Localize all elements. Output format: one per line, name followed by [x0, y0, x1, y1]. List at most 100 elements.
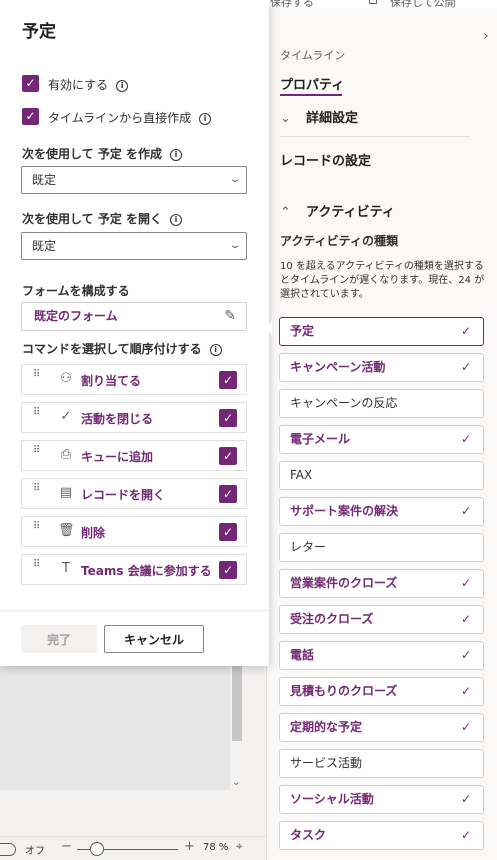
footer-divider — [0, 610, 269, 611]
enabled-checkbox[interactable]: ✓ — [22, 75, 39, 92]
checkmark-icon: ✓ — [460, 360, 471, 374]
open-using-dropdown[interactable]: 既定 ⌄ — [21, 232, 247, 260]
component-type-label: タイムライン — [280, 49, 346, 62]
create-using-value: 既定 — [32, 173, 57, 187]
default-form-label: 既定のフォーム — [34, 309, 118, 323]
command-row[interactable]: ⠿ ✓ 活動を閉じる ✓ — [21, 402, 247, 433]
activity-item[interactable]: 電子メール ✓ — [279, 425, 484, 454]
chevron-down-icon[interactable]: ⌄ — [232, 777, 240, 788]
edit-pencil-icon[interactable]: ✎ — [224, 303, 236, 330]
command-label: キューに追加 — [81, 450, 154, 464]
activity-help-text: 10 を超えるアクティビティの種類を選択するとタイムラインが遅くなります。現在、… — [280, 261, 485, 300]
teams-icon: T — [62, 561, 70, 576]
scrollbar-thumb[interactable] — [232, 666, 242, 741]
activity-item[interactable]: キャンペーン活動 ✓ — [279, 353, 484, 382]
checkmark-icon: ✓ — [460, 648, 471, 662]
activity-item-label: FAX — [290, 468, 313, 482]
activity-item[interactable]: 電話 ✓ — [279, 641, 484, 670]
divider — [280, 136, 470, 137]
activity-item-label: サービス活動 — [290, 756, 363, 770]
drag-handle-icon[interactable]: ⠿ — [33, 370, 41, 380]
activity-item[interactable]: 受注のクローズ ✓ — [279, 605, 484, 634]
create-from-timeline-checkbox[interactable]: ✓ — [22, 108, 39, 125]
activity-item[interactable]: サービス活動 — [279, 749, 484, 778]
record-settings-header: レコードの設定 — [280, 154, 372, 169]
toggle-label: オフ — [25, 846, 45, 857]
zoom-in-button[interactable]: + — [184, 839, 195, 854]
commands-label: コマンドを選択して順序付けする — [22, 342, 202, 356]
enabled-label-row: 有効にする i — [48, 76, 129, 93]
advanced-settings-header[interactable]: ⌄ 詳細設定 — [280, 107, 358, 126]
activity-item[interactable]: タスク ✓ — [279, 821, 484, 850]
status-bar: オフ − + 78 % ⌖ — [0, 836, 266, 860]
activity-types-label: アクティビティの種類 — [280, 234, 398, 248]
command-row[interactable]: ⠿ 🗑 削除 ✓ — [21, 516, 247, 547]
canvas-scrollbar[interactable]: ⌄ — [230, 666, 244, 790]
open-using-value: 既定 — [32, 239, 57, 253]
info-icon[interactable]: i — [170, 214, 182, 226]
command-checkbox[interactable]: ✓ — [219, 409, 237, 427]
activity-item[interactable]: キャンペーンの反応 — [279, 389, 484, 418]
tab-properties[interactable]: プロパティ — [280, 74, 344, 93]
chevron-right-icon[interactable]: › — [483, 28, 497, 46]
activity-item[interactable]: 定期的な予定 ✓ — [279, 713, 484, 742]
form-canvas — [0, 666, 244, 790]
assign-person-icon: ⚇ — [60, 371, 72, 386]
cancel-button[interactable]: キャンセル — [104, 625, 204, 653]
command-checkbox[interactable]: ✓ — [219, 561, 237, 579]
appointment-settings-dialog: 予定 ✓ 有効にする i ✓ タイムラインから直接作成 i 次を使用して 予定 を作… — [0, 0, 269, 666]
drag-handle-icon[interactable]: ⠿ — [33, 446, 41, 456]
activity-item[interactable]: FAX — [279, 461, 484, 490]
activity-item[interactable]: 予定 ✓ — [279, 317, 484, 346]
zoom-out-button[interactable]: − — [61, 839, 72, 854]
activity-item-label: 電子メール — [290, 432, 351, 446]
drag-handle-icon[interactable]: ⠿ — [33, 408, 41, 418]
activity-item[interactable]: レター — [279, 533, 484, 562]
create-using-dropdown[interactable]: 既定 ⌄ — [21, 166, 247, 194]
command-label: 削除 — [81, 526, 106, 540]
commands-row: コマンドを選択して順序付けする i — [22, 340, 222, 357]
info-icon[interactable]: i — [116, 80, 129, 92]
activity-item[interactable]: 営業案件のクローズ ✓ — [279, 569, 484, 598]
command-checkbox[interactable]: ✓ — [219, 371, 237, 389]
activity-item[interactable]: ソーシャル活動 ✓ — [279, 785, 484, 814]
properties-pane: › タイムライン プロパティ ⌄ 詳細設定 レコードの設定 ⌃ アクティビティ アク… — [266, 8, 497, 860]
command-checkbox[interactable]: ✓ — [219, 447, 237, 465]
save-publish-button[interactable]: 保存して公開 — [390, 0, 456, 8]
checkmark-icon: ✓ — [460, 504, 471, 518]
drag-handle-icon[interactable]: ⠿ — [33, 522, 41, 532]
drag-handle-icon[interactable]: ⠿ — [33, 560, 41, 570]
info-icon[interactable]: i — [209, 344, 222, 356]
activity-item[interactable]: サポート案件の解決 ✓ — [279, 497, 484, 526]
fit-to-screen-icon[interactable]: ⌖ — [236, 839, 243, 854]
dialog-title: 予定 — [22, 22, 56, 42]
activity-item[interactable]: 見積もりのクローズ ✓ — [279, 677, 484, 706]
command-row[interactable]: ⠿ ▤ レコードを開く ✓ — [21, 478, 247, 509]
command-checkbox[interactable]: ✓ — [219, 523, 237, 541]
chevron-down-icon: ⌄ — [228, 174, 242, 185]
command-label: Teams 会議に参加する — [81, 564, 212, 578]
command-row[interactable]: ⠿ ⚇ 割り当てる ✓ — [21, 364, 247, 395]
command-label: 活動を閉じる — [81, 412, 154, 426]
configure-form-label: フォームを構成する — [22, 284, 130, 298]
info-icon[interactable]: i — [199, 113, 212, 125]
activity-item-label: レター — [290, 540, 327, 554]
toggle-switch[interactable] — [0, 843, 16, 856]
info-icon[interactable]: i — [170, 149, 182, 161]
command-label: レコードを開く — [81, 488, 166, 502]
command-row[interactable]: ⠿ T Teams 会議に参加する ✓ — [21, 554, 247, 585]
activities-header[interactable]: ⌃ アクティビティ — [280, 201, 395, 220]
activities-label: アクティビティ — [306, 205, 395, 220]
default-form-link[interactable]: 既定のフォーム ✎ — [21, 302, 247, 331]
activity-type-list: 予定 ✓ キャンペーン活動 ✓ キャンペーンの反応 電子メール ✓ FAX サポート案件の解決 ✓… — [279, 317, 484, 857]
command-row[interactable]: ⠿ ⎙ キューに追加 ✓ — [21, 440, 247, 471]
chevron-down-icon: ⌄ — [280, 111, 291, 126]
checkmark-icon: ✓ — [60, 409, 72, 424]
tab-underline — [280, 94, 342, 96]
save-icon — [369, 0, 377, 4]
activity-item-label: キャンペーン活動 — [290, 360, 386, 374]
command-checkbox[interactable]: ✓ — [219, 485, 237, 503]
done-button[interactable]: 完了 — [21, 625, 97, 653]
zoom-slider-thumb[interactable] — [90, 842, 105, 856]
drag-handle-icon[interactable]: ⠿ — [33, 484, 41, 494]
